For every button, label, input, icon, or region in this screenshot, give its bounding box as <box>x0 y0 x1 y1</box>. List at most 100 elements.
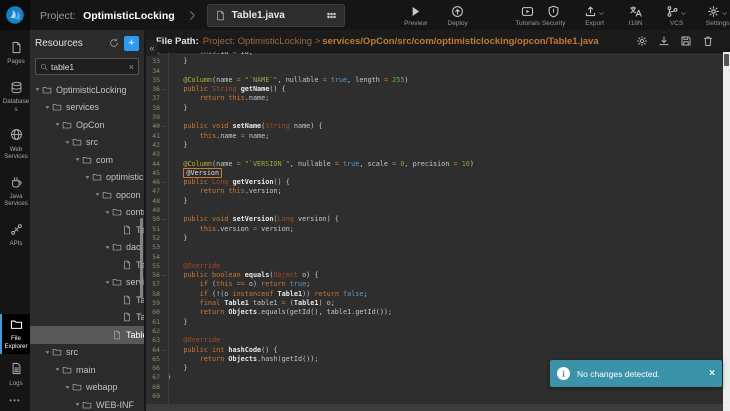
vcs-button[interactable]: VCS <box>664 4 690 27</box>
tree-item-opcon[interactable]: opcon <box>30 186 144 204</box>
caret-down-icon[interactable] <box>54 366 62 373</box>
folder-icon <box>112 277 123 287</box>
settings-icon[interactable] <box>636 35 648 47</box>
tree-scrollbar-thumb[interactable] <box>140 218 143 298</box>
i18n-label: I18N <box>629 20 643 27</box>
line-number: 65 <box>146 355 160 364</box>
tutorials-button[interactable]: Tutorials <box>515 4 541 27</box>
tree-item-service[interactable]: service <box>30 274 144 292</box>
fold-marker[interactable]: - <box>160 346 167 355</box>
caret-down-icon[interactable] <box>34 86 42 93</box>
code-line: 63 @Override <box>146 336 723 345</box>
fold-marker[interactable]: - <box>160 215 167 224</box>
sidebar-item-pages[interactable]: Pages <box>0 37 30 70</box>
tree-item-src[interactable]: src <box>30 344 144 362</box>
tree-item-table1-java[interactable]: Table1.java <box>30 326 144 344</box>
line-number: 55 <box>146 262 160 271</box>
line-number: 52 <box>146 234 160 243</box>
preview-button[interactable]: Preview <box>403 4 429 27</box>
code-line: 51 this.version = version; <box>146 225 723 234</box>
caret-down-icon[interactable] <box>104 279 112 286</box>
line-number: 69 <box>146 392 160 401</box>
code-line: 48 } <box>146 197 723 206</box>
refresh-icon[interactable] <box>109 38 119 48</box>
i18n-button[interactable]: I18N <box>623 4 649 27</box>
add-resource-button[interactable]: + <box>124 36 139 51</box>
caret-down-icon[interactable] <box>84 174 92 181</box>
line-number: 49 <box>146 206 160 215</box>
app-logo-icon[interactable] <box>0 0 30 30</box>
fold-marker[interactable]: - <box>160 178 167 187</box>
sidebar-item-file-explorer[interactable]: File Explorer <box>0 314 30 354</box>
tree-item-table1service-java[interactable]: Table1Service.java <box>30 291 144 309</box>
delete-icon[interactable] <box>702 35 714 47</box>
fold-marker[interactable]: - <box>160 85 167 94</box>
fold-marker[interactable]: - <box>160 271 167 280</box>
caret-down-icon[interactable] <box>64 384 72 391</box>
tree-item-web-inf[interactable]: WEB-INF <box>30 396 144 411</box>
caret-down-icon[interactable] <box>74 156 82 163</box>
tree-item-com[interactable]: com <box>30 151 144 169</box>
tree-item-dao[interactable]: dao <box>30 239 144 257</box>
download-icon[interactable] <box>658 35 670 47</box>
line-number: 42 <box>146 141 160 150</box>
caret-down-icon[interactable] <box>94 191 102 198</box>
security-button[interactable]: Security <box>541 4 567 27</box>
line-number: 61 <box>146 318 160 327</box>
translate-icon <box>629 5 642 18</box>
tree-item-table1controller-java[interactable]: Table1Controller.java <box>30 221 144 239</box>
collapse-panel-button[interactable]: « <box>146 40 158 56</box>
sidebar-item-web-services[interactable]: Web Services <box>0 124 30 164</box>
tree-item-optimisticlocking[interactable]: OptimisticLocking <box>30 81 144 99</box>
caret-down-icon[interactable] <box>74 401 82 408</box>
export-button[interactable]: Export <box>582 4 608 27</box>
tree-item-controller[interactable]: controller <box>30 204 144 222</box>
line-number: 45 <box>146 169 160 178</box>
tree-item-table1dao-java[interactable]: Table1Dao.java <box>30 256 144 274</box>
deploy-icon <box>451 5 464 18</box>
code-editor[interactable]: 32 this.id = id;33 }3435 @Column(name = … <box>146 52 723 404</box>
resources-title: Resources <box>35 38 104 49</box>
horizontal-scrollbar[interactable] <box>146 404 723 411</box>
tree-item-src[interactable]: src <box>30 134 144 152</box>
caret-down-icon[interactable] <box>44 349 52 356</box>
open-file-tab[interactable]: Table1.java <box>207 4 345 27</box>
deploy-label: Deploy <box>448 20 468 27</box>
tree-item-services[interactable]: services <box>30 99 144 117</box>
sidebar-item-logs[interactable]: Logs <box>0 358 30 391</box>
sidebar-item-apis[interactable]: APIs <box>0 219 30 252</box>
more-options-button[interactable]: ••• <box>0 391 30 411</box>
tree-item-optimisticlocking[interactable]: optimisticlocking <box>30 169 144 187</box>
clear-search-icon[interactable]: × <box>129 62 134 72</box>
toast-message: No changes detected. <box>577 369 702 379</box>
settings-button[interactable]: Settings <box>705 4 730 27</box>
vertical-scrollbar-thumb[interactable] <box>724 54 729 66</box>
caret-down-icon[interactable] <box>44 104 52 111</box>
code-line: 61 } <box>146 318 723 327</box>
navbar-actions: Preview Deploy Tutorials <box>403 4 541 27</box>
save-icon[interactable] <box>680 35 692 47</box>
code-line: 41 this.name = name; <box>146 132 723 141</box>
line-number: 57 <box>146 280 160 289</box>
resources-header: Resources + <box>30 30 144 56</box>
tree-item-webapp[interactable]: webapp <box>30 379 144 397</box>
sidebar-item-databases[interactable]: Databases <box>0 77 30 117</box>
grid-icon[interactable] <box>326 10 337 21</box>
deploy-button[interactable]: Deploy <box>445 4 471 27</box>
tree-item-main[interactable]: main <box>30 361 144 379</box>
caret-down-icon[interactable] <box>104 209 112 216</box>
search-input[interactable] <box>51 62 126 72</box>
sidebar-top-group: Pages Databases Web Services Java Services A… <box>0 30 30 252</box>
caret-down-icon[interactable] <box>64 139 72 146</box>
fold-marker[interactable]: - <box>160 122 167 131</box>
folder-icon <box>102 190 113 200</box>
tree-item-table1serviceimpl-java[interactable]: Table1ServiceImpl.java <box>30 309 144 327</box>
caret-down-icon[interactable] <box>54 121 62 128</box>
line-number: 37 <box>146 94 160 103</box>
toast-close-icon[interactable]: × <box>709 368 715 379</box>
video-icon <box>521 5 534 18</box>
vertical-scrollbar[interactable] <box>723 52 730 404</box>
tree-item-opcon[interactable]: OpCon <box>30 116 144 134</box>
caret-down-icon[interactable] <box>104 244 112 251</box>
sidebar-item-java-services[interactable]: Java Services <box>0 172 30 212</box>
